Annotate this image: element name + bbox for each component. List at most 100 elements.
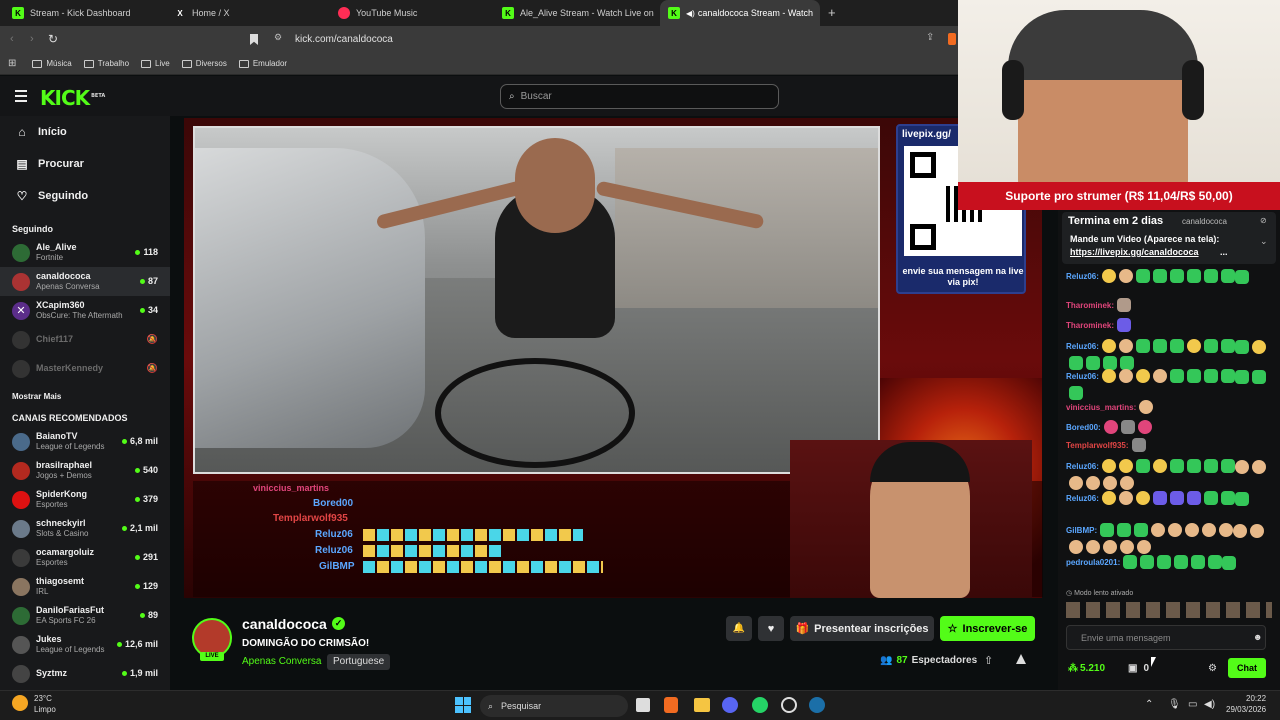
recommended-channel[interactable]: schneckyirl Slots & Casino 2,1 mil [0, 514, 170, 543]
bookmark-folder[interactable]: Live [141, 59, 170, 68]
chevron-up-icon[interactable]: ⌃ [1145, 699, 1153, 710]
browser-tab[interactable]: YouTube Music [330, 0, 490, 26]
following-channel-offline[interactable]: Chief117 🔕 [0, 325, 170, 354]
chat-username[interactable]: Reluz06: [1066, 494, 1099, 503]
kick-logo[interactable]: KICK BETA [40, 86, 105, 110]
language-tag[interactable]: Portuguese [327, 654, 391, 670]
chat-username[interactable]: Templarwolf935: [1066, 441, 1129, 450]
recommended-channel[interactable]: Jukes League of Legends 12,6 mil [0, 630, 170, 659]
back-icon[interactable]: ‹ [10, 33, 14, 45]
chat-username[interactable]: GilBMP: [1066, 526, 1097, 535]
chat-username[interactable]: Tharominek: [1066, 301, 1114, 310]
following-channel-selected[interactable]: canaldococa Apenas Conversa 87 [0, 267, 170, 296]
search-input[interactable]: ⌕ Buscar [500, 84, 779, 109]
bookmark-folder[interactable]: Emulador [238, 59, 287, 68]
new-tab-button[interactable]: + [828, 5, 836, 20]
share-icon[interactable]: ⇧ [984, 654, 993, 667]
chat-message[interactable]: pedroula0201: [1066, 554, 1266, 570]
chat-settings-icon[interactable]: ⚙ [1208, 663, 1217, 674]
chat-username[interactable]: Reluz06: [1066, 342, 1099, 351]
chat-message[interactable]: Reluz06: [1066, 268, 1266, 284]
channel-name[interactable]: canaldococa [242, 616, 327, 632]
emote-quickbar[interactable] [1066, 602, 1272, 618]
browser-tab-active[interactable]: K ◀) canaldococa Stream - Watch ✕ [660, 0, 820, 26]
stream-category-link[interactable]: Apenas Conversa [242, 656, 322, 667]
network-icon[interactable]: ▭ [1188, 699, 1197, 710]
notification-bell-button[interactable]: 🔔 [726, 616, 752, 641]
chat-message[interactable]: Reluz06: [1066, 458, 1266, 490]
pinned-link[interactable]: https://livepix.gg/canaldococa [1070, 247, 1199, 257]
recommended-channel[interactable]: thiagosemt IRL 129 [0, 572, 170, 601]
site-info-icon[interactable]: ⚙ [274, 32, 282, 43]
chevron-down-icon[interactable]: ⌄ [1260, 236, 1268, 247]
whatsapp-icon[interactable] [752, 697, 768, 713]
recommended-channel[interactable]: ocamargoluiz Esportes 291 [0, 543, 170, 572]
weather-icon[interactable] [12, 695, 28, 711]
clock-time[interactable]: 20:22 [1246, 694, 1266, 703]
channel-points[interactable]: ⁂ 5.210 [1068, 663, 1105, 674]
steam-icon[interactable] [809, 697, 825, 713]
recommended-channel[interactable]: Syztmz 1,9 mil [0, 659, 170, 688]
windows-start-icon[interactable] [455, 697, 471, 713]
discord-icon[interactable] [722, 697, 738, 713]
chat-message[interactable]: Bored00: [1066, 420, 1266, 434]
report-icon[interactable] [1016, 654, 1026, 664]
reload-icon[interactable]: ↻ [48, 32, 58, 46]
chat-message[interactable]: Tharominek: [1066, 318, 1266, 332]
chat-username[interactable]: Bored00: [1066, 423, 1101, 432]
brave-icon[interactable] [664, 697, 678, 713]
taskbar-search[interactable]: ⌕ Pesquisar [480, 695, 628, 717]
chat-username[interactable]: Tharominek: [1066, 321, 1114, 330]
bookmark-folder[interactable]: Diversos [181, 59, 227, 68]
bookmark-icon[interactable] [250, 34, 258, 45]
gift-subs-button[interactable]: 🎁 Presentear inscrições [790, 616, 934, 641]
unpin-icon[interactable]: ⊘ [1260, 216, 1267, 225]
chat-username[interactable]: Reluz06: [1066, 272, 1099, 281]
chat-message[interactable]: viniccius_martins: [1066, 400, 1266, 414]
task-view-icon[interactable] [636, 698, 650, 712]
chat-input[interactable]: Envie uma mensagem ☻ [1066, 625, 1266, 650]
following-channel[interactable]: Ale_Alive Fortnite 118 [0, 238, 170, 267]
chat-message[interactable]: Tharominek: [1066, 298, 1266, 312]
show-more-link[interactable]: Mostrar Mais [0, 387, 170, 405]
following-channel[interactable]: ✕ XCapim360 ObsCure: The Aftermath 34 [0, 296, 170, 325]
chat-message[interactable]: GilBMP: [1066, 522, 1266, 554]
nav-home[interactable]: ⌂ Início [0, 116, 170, 148]
bookmark-folder[interactable]: Música [32, 59, 72, 68]
microphone-icon[interactable]: 🎙 [1168, 699, 1181, 710]
chat-message[interactable]: Templarwolf935: [1066, 438, 1266, 452]
apps-grid-icon[interactable]: ⊞ [8, 58, 16, 69]
clock-date[interactable]: 29/03/2026 [1226, 705, 1266, 714]
chat-username[interactable]: viniccius_martins: [1066, 403, 1136, 412]
chat-username[interactable]: pedroula0201: [1066, 558, 1120, 567]
subs-counter[interactable]: ▣ 0 [1128, 663, 1149, 674]
pinned-message[interactable]: Termina em 2 dias canaldococa ⊘ Mande um… [1062, 212, 1276, 264]
recommended-channel[interactable]: BaianoTV League of Legends 6,8 mil [0, 427, 170, 456]
recommended-channel[interactable]: DaniloFariasFut EA Sports FC 26 89 [0, 601, 170, 630]
browser-tab[interactable]: X Home / X [166, 0, 326, 26]
browser-tab[interactable]: K Ale_Alive Stream - Watch Live on [494, 0, 656, 26]
nav-browse[interactable]: ▤ Procurar [0, 148, 170, 180]
chat-message[interactable]: Reluz06: [1066, 490, 1266, 506]
chat-message[interactable]: Reluz06: [1066, 368, 1266, 400]
browser-tab[interactable]: K Stream - Kick Dashboard [4, 0, 164, 26]
obs-icon[interactable] [781, 697, 797, 713]
share-icon[interactable]: ⇪ [926, 32, 934, 43]
bookmark-folder[interactable]: Trabalho [83, 59, 129, 68]
file-explorer-icon[interactable] [694, 698, 710, 712]
brave-icon[interactable] [948, 33, 956, 45]
address-bar[interactable]: ⚙ kick.com/canaldococa ⇪ [266, 30, 956, 49]
recommended-channel[interactable]: SpiderKong Esportes 379 [0, 485, 170, 514]
chat-message[interactable]: Reluz06: [1066, 338, 1266, 370]
nav-following[interactable]: ♡ Seguindo [0, 180, 170, 212]
volume-icon[interactable]: ◀) [1204, 699, 1215, 710]
follow-heart-button[interactable]: ♥ [758, 616, 784, 641]
subscribe-button[interactable]: ☆ Inscrever-se [940, 616, 1035, 641]
chat-username[interactable]: Reluz06: [1066, 462, 1099, 471]
emoji-icon[interactable]: ☻ [1253, 632, 1262, 642]
menu-icon[interactable] [15, 90, 27, 102]
chat-username[interactable]: Reluz06: [1066, 372, 1099, 381]
chat-send-button[interactable]: Chat [1228, 658, 1266, 678]
recommended-channel[interactable]: brasilraphael Jogos + Demos 540 [0, 456, 170, 485]
forward-icon[interactable]: › [30, 33, 34, 45]
